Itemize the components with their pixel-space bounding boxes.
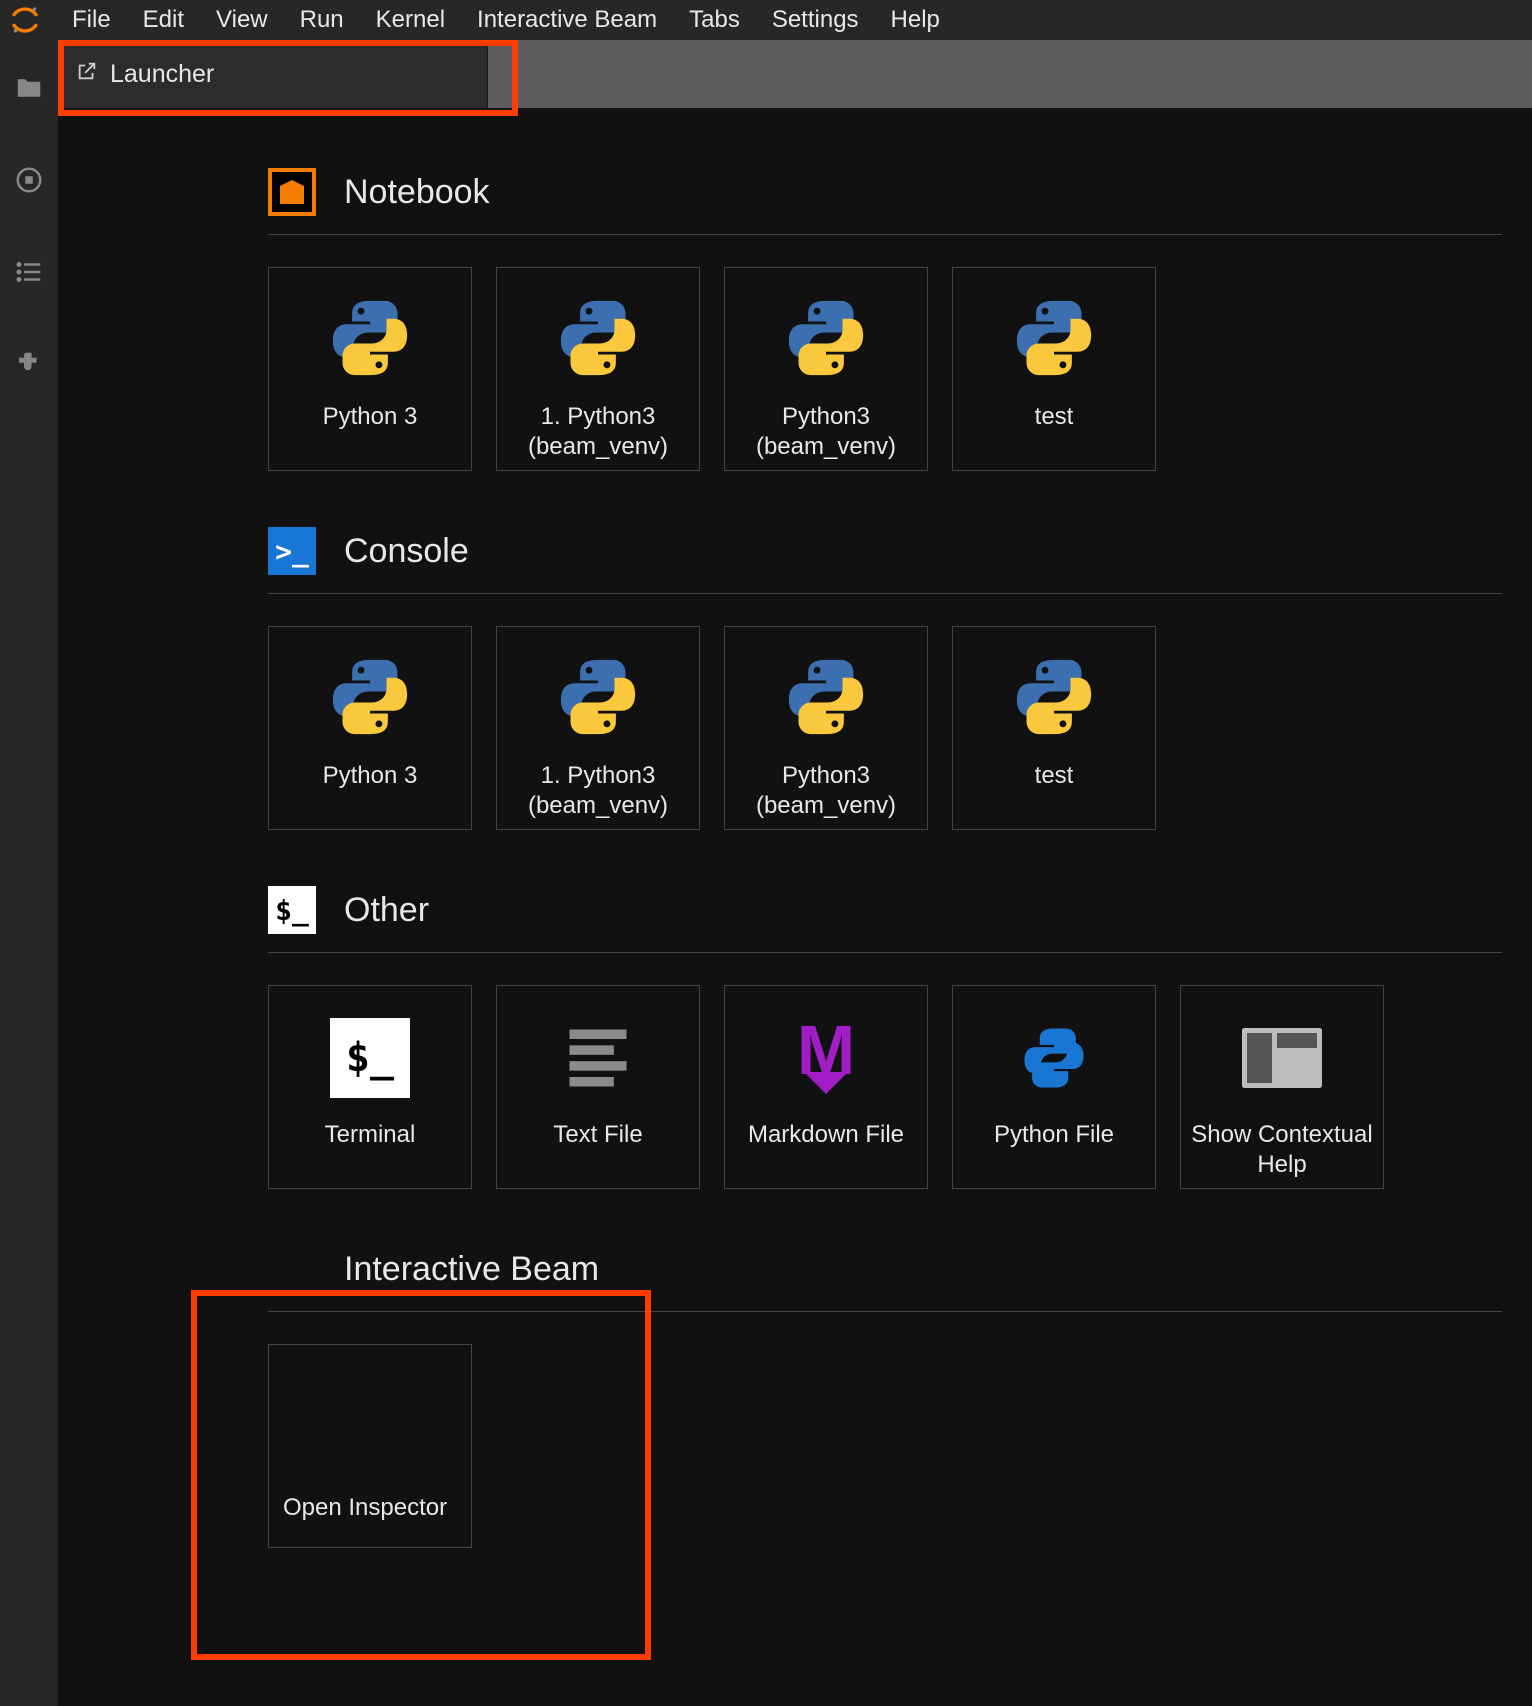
- notebook-section-icon: [268, 168, 316, 216]
- tab-launcher[interactable]: Launcher: [58, 40, 488, 108]
- menu-kernel[interactable]: Kernel: [362, 2, 459, 38]
- launcher-card[interactable]: Python File: [952, 985, 1156, 1189]
- menu-interactive-beam[interactable]: Interactive Beam: [463, 2, 671, 38]
- card-label: test: [1025, 761, 1084, 791]
- other-cards: $_ Terminal Text File M Markdown File Pyth…: [268, 985, 1502, 1189]
- terminal-icon: $_: [330, 1018, 410, 1098]
- running-kernels-icon[interactable]: [11, 162, 47, 198]
- section-console: >_ Console Python 3 1. Python3 (beam_ven…: [268, 527, 1502, 830]
- card-label: Text File: [543, 1120, 652, 1150]
- launcher-card[interactable]: test: [952, 626, 1156, 830]
- card-label: Python 3: [313, 761, 428, 791]
- launcher-card[interactable]: $_ Terminal: [268, 985, 472, 1189]
- tab-title: Launcher: [110, 60, 214, 89]
- card-label: Markdown File: [738, 1120, 914, 1150]
- card-label: 1. Python3 (beam_venv): [497, 761, 699, 821]
- python-logo-icon: [782, 294, 870, 387]
- card-label: Terminal: [315, 1120, 426, 1150]
- section-title: Console: [344, 532, 469, 571]
- python-logo-icon: [782, 653, 870, 746]
- launcher-card[interactable]: Python 3: [268, 267, 472, 471]
- menu-settings[interactable]: Settings: [758, 2, 873, 38]
- table-of-contents-icon[interactable]: [11, 254, 47, 290]
- other-section-icon: $_: [268, 886, 316, 934]
- console-cards: Python 3 1. Python3 (beam_venv) Python3 …: [268, 626, 1502, 830]
- menu-tabs[interactable]: Tabs: [675, 2, 754, 38]
- launcher-card[interactable]: Open Inspector: [268, 1344, 472, 1548]
- activity-rail: [0, 40, 58, 1706]
- extensions-icon[interactable]: [11, 346, 47, 382]
- launch-icon: [76, 60, 98, 89]
- section-interactive-beam: Interactive Beam Open Inspector: [268, 1245, 1502, 1548]
- notebook-cards: Python 3 1. Python3 (beam_venv) Python3 …: [268, 267, 1502, 471]
- python-logo-icon: [554, 653, 642, 746]
- launcher-card[interactable]: test: [952, 267, 1156, 471]
- python-logo-icon: [1010, 653, 1098, 746]
- menubar: File Edit View Run Kernel Interactive Be…: [0, 0, 1532, 40]
- section-title: Other: [344, 891, 429, 930]
- tabstrip: Launcher: [58, 40, 1532, 108]
- card-label: Open Inspector: [283, 1493, 447, 1523]
- contextual-help-icon: [1238, 1014, 1326, 1102]
- beam-section-icon: [268, 1245, 316, 1293]
- card-label: Python3 (beam_venv): [725, 761, 927, 821]
- launcher-card[interactable]: 1. Python3 (beam_venv): [496, 267, 700, 471]
- section-notebook: Notebook Python 3 1. Python3 (beam_venv)…: [268, 168, 1502, 471]
- blank-icon: [283, 1387, 371, 1475]
- python-file-icon: [1010, 1014, 1098, 1102]
- python-logo-icon: [1010, 294, 1098, 387]
- python-logo-icon: [554, 294, 642, 387]
- python-logo-icon: [326, 294, 414, 387]
- markdown-icon: M: [782, 1014, 870, 1102]
- menu-view[interactable]: View: [202, 2, 282, 38]
- card-label: Python File: [984, 1120, 1124, 1150]
- section-title: Interactive Beam: [344, 1250, 599, 1289]
- python-logo-icon: [326, 653, 414, 746]
- section-title: Notebook: [344, 173, 490, 212]
- console-section-icon: >_: [268, 527, 316, 575]
- launcher-card[interactable]: Python3 (beam_venv): [724, 267, 928, 471]
- section-other: $_ Other $_ Terminal Text File M Markdown …: [268, 886, 1502, 1189]
- launcher-card[interactable]: Show Contextual Help: [1180, 985, 1384, 1189]
- menu-file[interactable]: File: [58, 2, 125, 38]
- jupyter-logo-icon: [8, 3, 42, 37]
- card-label: Python3 (beam_venv): [725, 402, 927, 462]
- card-label: 1. Python3 (beam_venv): [497, 402, 699, 462]
- folder-icon[interactable]: [11, 70, 47, 106]
- launcher-card[interactable]: Text File: [496, 985, 700, 1189]
- menu-run[interactable]: Run: [286, 2, 358, 38]
- beam-cards: Open Inspector: [268, 1344, 1502, 1548]
- launcher-card[interactable]: Python 3: [268, 626, 472, 830]
- card-label: Show Contextual Help: [1181, 1120, 1383, 1180]
- launcher-card[interactable]: 1. Python3 (beam_venv): [496, 626, 700, 830]
- menu-help[interactable]: Help: [877, 2, 954, 38]
- launcher-card[interactable]: M Markdown File: [724, 985, 928, 1189]
- menu-edit[interactable]: Edit: [129, 2, 198, 38]
- text-file-icon: [554, 1014, 642, 1102]
- card-label: Python 3: [313, 402, 428, 432]
- launcher-content: Notebook Python 3 1. Python3 (beam_venv)…: [58, 108, 1532, 1706]
- card-label: test: [1025, 402, 1084, 432]
- launcher-card[interactable]: Python3 (beam_venv): [724, 626, 928, 830]
